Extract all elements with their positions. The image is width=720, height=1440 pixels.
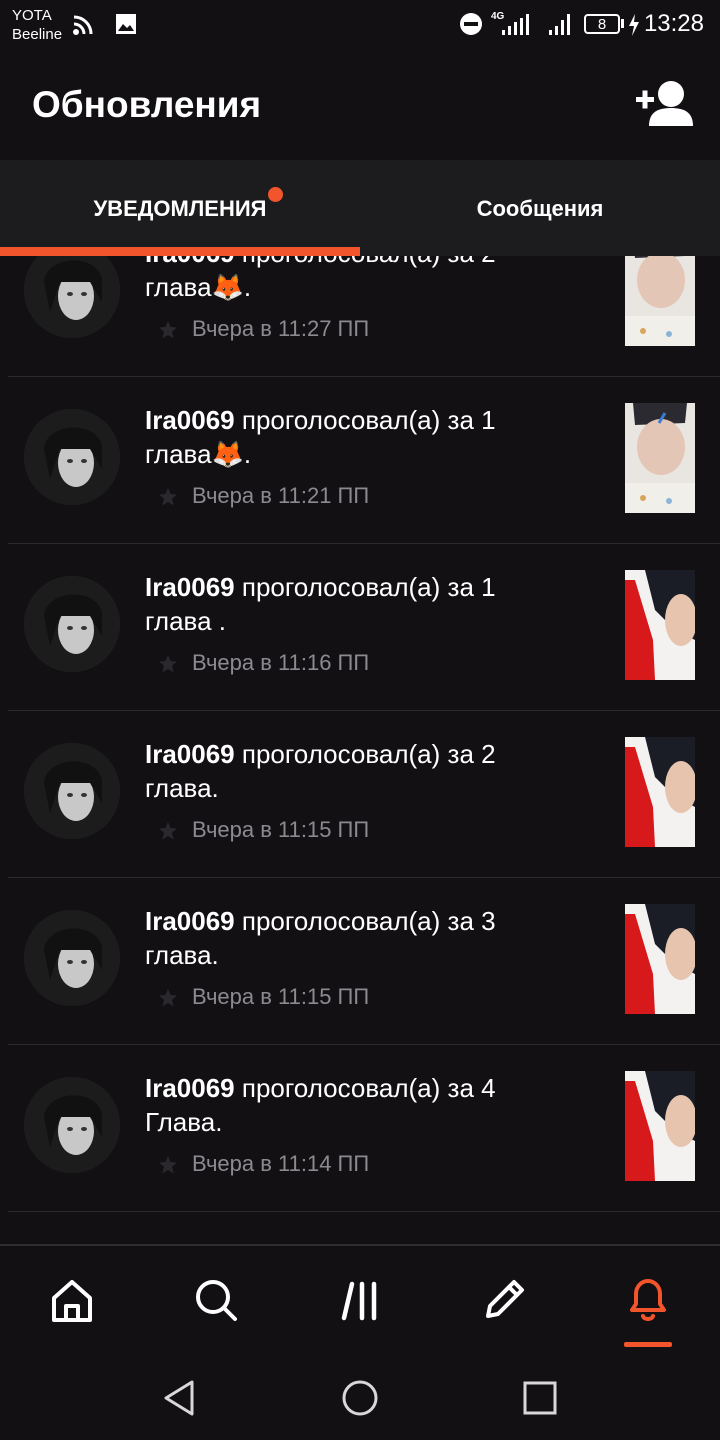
username[interactable]: Ira0069 bbox=[145, 405, 235, 435]
star-icon bbox=[159, 321, 177, 339]
list-item[interactable]: Ira0069 проголосовал(а) за 2 глава. Вчер… bbox=[0, 711, 720, 878]
page-title: Обновления bbox=[32, 84, 262, 125]
timestamp: Вчера в 11:15 ПП bbox=[192, 817, 370, 842]
carrier-1: YOTA bbox=[12, 7, 52, 24]
notification-text: Ira0069 проголосовал(а) за 1 глава🦊. bbox=[145, 403, 585, 471]
signal-icon-1 bbox=[502, 14, 529, 35]
tab-bar: УВЕДОМЛЕНИЯ Сообщения bbox=[0, 160, 720, 256]
notification-text: Ira0069 проголосовал(а) за 3 глава. bbox=[145, 904, 585, 972]
notification-text: Ira0069 проголосовал(а) за 4 Глава. bbox=[145, 1071, 585, 1139]
star-icon bbox=[159, 488, 177, 506]
timestamp: Вчера в 11:16 ПП bbox=[192, 650, 370, 675]
recents-icon[interactable] bbox=[520, 1378, 560, 1418]
carrier-2: Beeline bbox=[12, 26, 63, 43]
timestamp: Вчера в 11:27 ПП bbox=[192, 316, 370, 341]
list-item[interactable]: Ira0069 проголосовал(а) за 1 глава🦊. Вче… bbox=[0, 377, 720, 544]
tab-messages-label: Сообщения bbox=[476, 196, 604, 221]
timestamp: Вчера в 11:15 ПП bbox=[192, 984, 370, 1009]
action-text: проголосовал(а) за 2 bbox=[241, 739, 496, 769]
star-icon bbox=[159, 655, 177, 673]
cast-icon bbox=[73, 15, 93, 35]
notification-text: Ira0069 проголосовал(а) за 1 глава . bbox=[145, 570, 585, 638]
notification-text: Ira0069 проголосовал(а) за 2 глава🦊. bbox=[145, 256, 585, 304]
list-item[interactable]: Ira0069 проголосовал(а) за 3 глава. Вчер… bbox=[0, 878, 720, 1045]
active-tab-indicator bbox=[0, 247, 360, 256]
action-text: проголосовал(а) за 1 bbox=[241, 572, 496, 602]
timestamp: Вчера в 11:21 ПП bbox=[192, 483, 370, 508]
chapter-name: глава . bbox=[145, 606, 226, 636]
notification-text: Ira0069 проголосовал(а) за 2 глава. bbox=[145, 737, 585, 805]
chapter-name: Глава. bbox=[145, 1107, 223, 1137]
avatar[interactable] bbox=[24, 1077, 120, 1173]
tab-notifications[interactable]: УВЕДОМЛЕНИЯ bbox=[0, 160, 360, 256]
pencil-icon[interactable] bbox=[474, 1270, 534, 1330]
avatar[interactable] bbox=[24, 743, 120, 839]
star-icon bbox=[159, 822, 177, 840]
action-text: проголосовал(а) за 4 bbox=[241, 1073, 496, 1103]
library-icon[interactable] bbox=[332, 1270, 392, 1330]
chapter-name: глава. bbox=[145, 940, 219, 970]
action-text: проголосовал(а) за 3 bbox=[241, 906, 496, 936]
clock: 13:28 bbox=[643, 10, 704, 37]
image-icon bbox=[116, 14, 136, 34]
search-icon[interactable] bbox=[186, 1270, 246, 1330]
action-text: проголосовал(а) за 2 bbox=[242, 256, 496, 268]
story-thumbnail[interactable] bbox=[625, 737, 695, 847]
avatar[interactable] bbox=[24, 910, 120, 1006]
username[interactable]: Ira0069 bbox=[145, 739, 235, 769]
system-nav-bar bbox=[0, 1356, 720, 1440]
story-thumbnail[interactable] bbox=[625, 1071, 695, 1181]
active-nav-indicator bbox=[624, 1342, 672, 1347]
username[interactable]: Ira0069 bbox=[145, 256, 235, 268]
story-thumbnail[interactable] bbox=[625, 403, 695, 513]
bell-icon[interactable] bbox=[618, 1270, 678, 1330]
username[interactable]: Ira0069 bbox=[145, 906, 235, 936]
chapter-name: глава🦊. bbox=[145, 439, 252, 469]
tab-notifications-label: УВЕДОМЛЕНИЯ bbox=[93, 196, 267, 221]
divider bbox=[8, 1211, 720, 1212]
avatar[interactable] bbox=[24, 409, 120, 505]
add-user-icon[interactable] bbox=[636, 78, 696, 130]
app-header: Обновления bbox=[0, 50, 720, 160]
avatar[interactable] bbox=[24, 256, 120, 338]
signal-icon-2 bbox=[549, 14, 570, 35]
username[interactable]: Ira0069 bbox=[145, 572, 235, 602]
status-bar: YOTA Beeline 4G 8 13:28 bbox=[0, 0, 720, 50]
story-thumbnail[interactable] bbox=[625, 256, 695, 346]
battery-tip bbox=[621, 19, 624, 28]
timestamp: Вчера в 11:14 ПП bbox=[192, 1151, 370, 1176]
notification-list: Ira0069 проголосовал(а) за 2 глава🦊. Вче… bbox=[0, 256, 720, 1244]
home-icon[interactable] bbox=[42, 1270, 102, 1330]
list-item[interactable]: Ira0069 проголосовал(а) за 4 Глава. Вчер… bbox=[0, 1045, 720, 1212]
avatar[interactable] bbox=[24, 576, 120, 672]
bottom-nav bbox=[0, 1246, 720, 1356]
tab-messages[interactable]: Сообщения bbox=[360, 160, 720, 256]
list-item[interactable]: Ira0069 проголосовал(а) за 1 глава . Вче… bbox=[0, 544, 720, 711]
story-thumbnail[interactable] bbox=[625, 570, 695, 680]
story-thumbnail[interactable] bbox=[625, 904, 695, 1014]
star-icon bbox=[159, 1156, 177, 1174]
battery-icon: 8 bbox=[584, 14, 620, 34]
action-text: проголосовал(а) за 1 bbox=[241, 405, 496, 435]
charging-icon bbox=[629, 14, 639, 36]
chapter-name: глава🦊. bbox=[145, 272, 252, 302]
list-item[interactable]: Ira0069 проголосовал(а) за 2 глава🦊. Вче… bbox=[0, 256, 720, 377]
unread-badge bbox=[268, 187, 283, 202]
back-icon[interactable] bbox=[160, 1378, 200, 1418]
home-circle-icon[interactable] bbox=[340, 1378, 380, 1418]
username[interactable]: Ira0069 bbox=[145, 1073, 235, 1103]
dnd-icon bbox=[460, 13, 482, 35]
star-icon bbox=[159, 989, 177, 1007]
battery-level: 8 bbox=[597, 16, 607, 33]
carrier-names: YOTA Beeline bbox=[12, 6, 62, 44]
chapter-name: глава. bbox=[145, 773, 219, 803]
